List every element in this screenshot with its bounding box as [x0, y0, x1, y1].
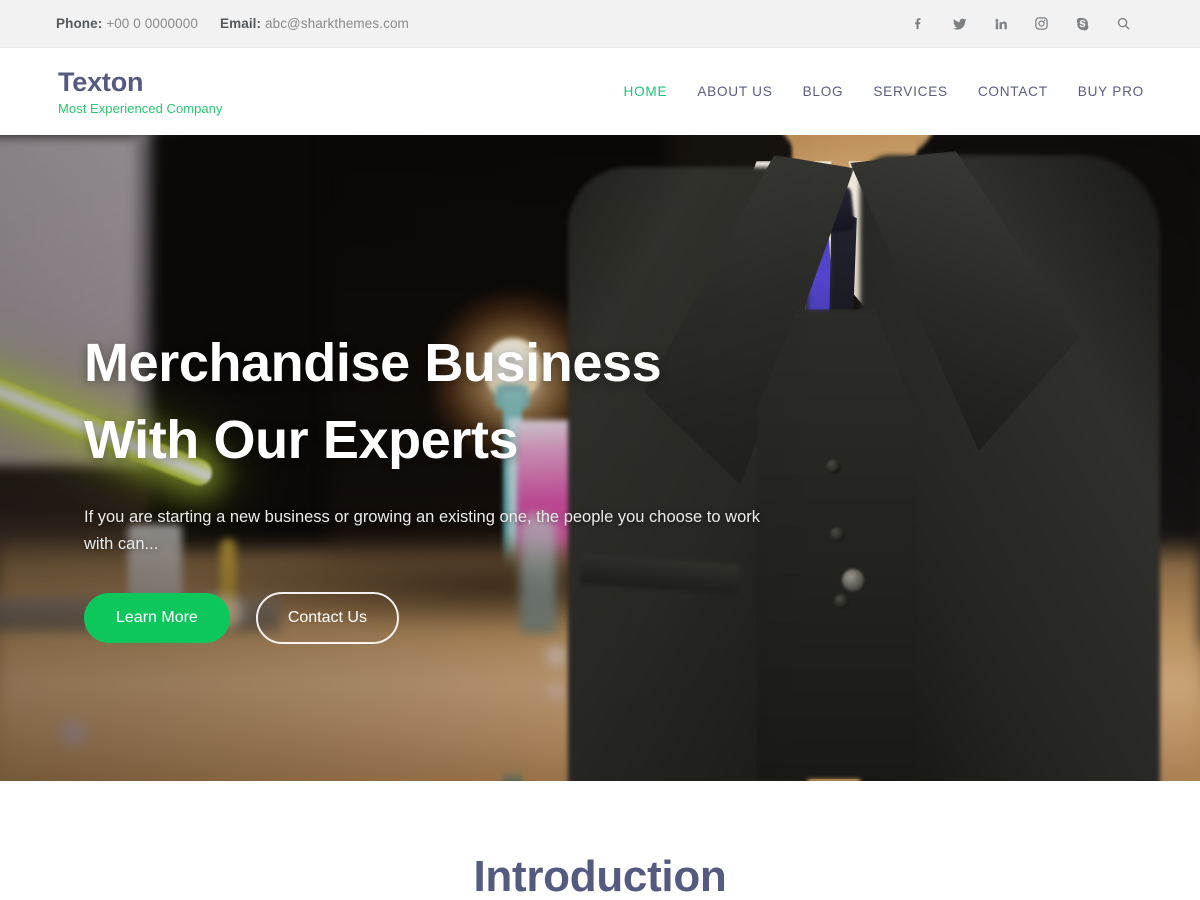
phone-label: Phone: [56, 16, 103, 31]
main-navigation: HOME ABOUT US BLOG SERVICES CONTACT BUY … [609, 74, 1144, 109]
contact-us-button[interactable]: Contact Us [255, 591, 399, 644]
nav-item-about-us[interactable]: ABOUT US [682, 74, 787, 109]
skype-icon[interactable] [1062, 9, 1103, 39]
email-label: Email: [220, 16, 262, 31]
linkedin-icon[interactable] [980, 9, 1021, 39]
brand-tagline: Most Experienced Company [58, 101, 223, 117]
hero-banner: Merchandise Business With Our Experts If… [0, 135, 1200, 781]
hero-title-line-1: Merchandise Business [84, 333, 662, 393]
phone-value[interactable]: +00 0 0000000 [106, 16, 198, 31]
hero-content: Merchandise Business With Our Experts If… [84, 325, 784, 644]
hero-buttons: Learn More Contact Us [84, 591, 784, 644]
introduction-section: Introduction [0, 781, 1200, 900]
instagram-icon[interactable] [1021, 9, 1062, 39]
phone-info: Phone: +00 0 0000000 [56, 16, 198, 31]
social-links [898, 9, 1144, 39]
top-contact-bar: Phone: +00 0 0000000 Email: abc@sharkthe… [0, 0, 1200, 48]
twitter-icon[interactable] [939, 9, 980, 39]
facebook-icon[interactable] [898, 9, 939, 39]
learn-more-button[interactable]: Learn More [84, 592, 230, 643]
site-header: Texton Most Experienced Company HOME ABO… [0, 48, 1200, 135]
nav-item-contact[interactable]: CONTACT [963, 74, 1063, 109]
hero-title: Merchandise Business With Our Experts [84, 325, 784, 478]
nav-item-blog[interactable]: BLOG [788, 74, 859, 109]
nav-item-services[interactable]: SERVICES [858, 74, 963, 109]
email-value[interactable]: abc@sharkthemes.com [265, 16, 409, 31]
topbar-contact-group: Phone: +00 0 0000000 Email: abc@sharkthe… [56, 16, 898, 31]
site-logo[interactable]: Texton Most Experienced Company [58, 66, 223, 117]
hero-description: If you are starting a new business or gr… [84, 508, 760, 554]
search-icon[interactable] [1103, 9, 1144, 39]
brand-name: Texton [58, 66, 144, 97]
email-info: Email: abc@sharkthemes.com [220, 16, 409, 31]
introduction-title: Introduction [473, 851, 727, 900]
hero-title-line-2: With Our Experts [84, 409, 519, 470]
nav-item-home[interactable]: HOME [609, 74, 683, 109]
nav-item-buy-pro[interactable]: BUY PRO [1063, 74, 1144, 109]
